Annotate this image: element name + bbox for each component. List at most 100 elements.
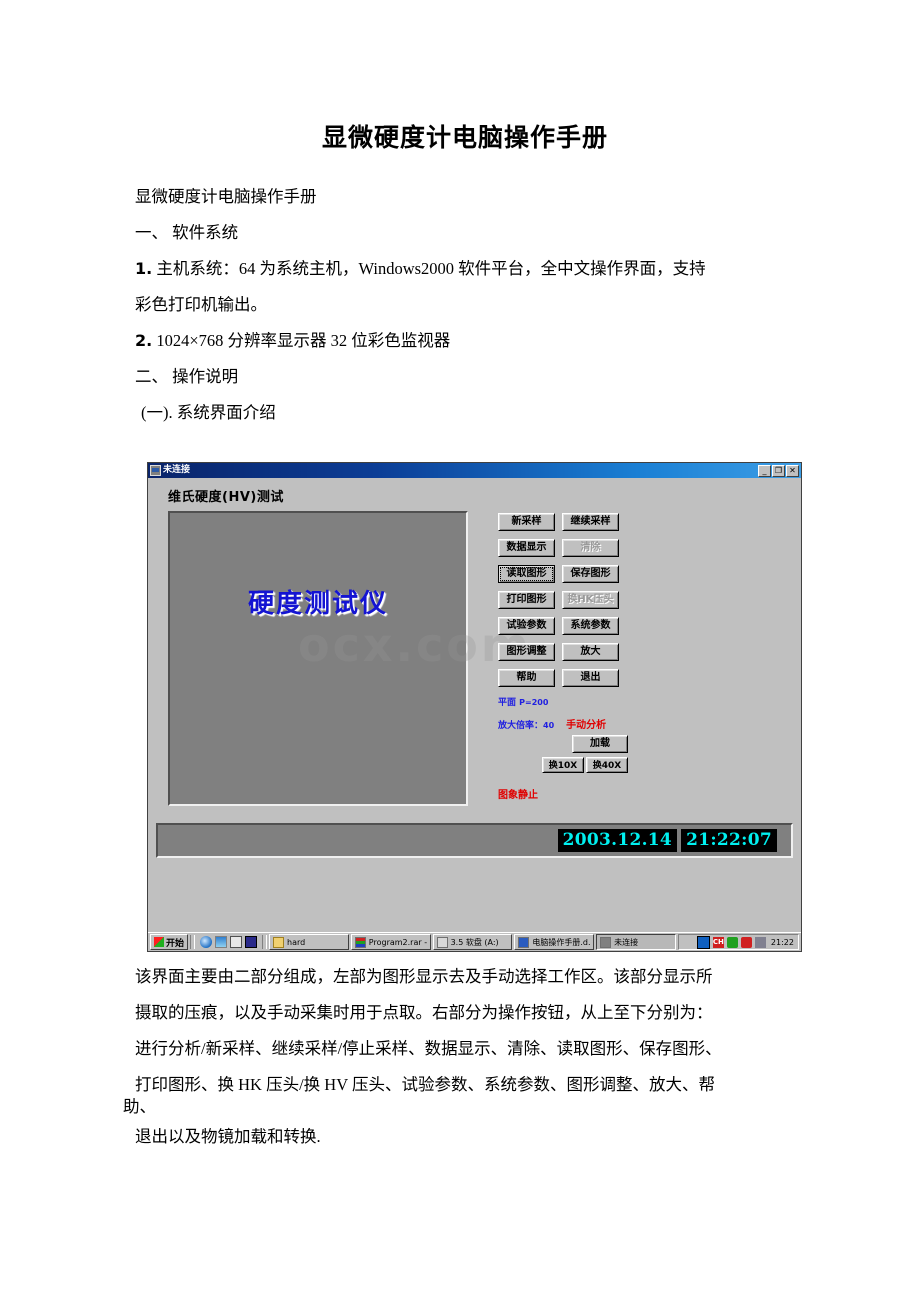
show-desktop-icon[interactable]	[215, 936, 228, 948]
image-display-area[interactable]: 硬度测试仪	[168, 511, 468, 806]
status-bar: 2003.12.14 21:22:07	[156, 823, 793, 858]
tail-line-3: 进行分析/新采样、继续采样/停止采样、数据显示、清除、读取图形、保存图形、	[135, 1039, 722, 1058]
task-button-manual-doc[interactable]: 电脑操作手册.d...	[514, 934, 595, 950]
test-parameters-button[interactable]: 试验参数	[498, 617, 555, 635]
antivirus-icon[interactable]	[726, 936, 738, 948]
save-graphic-button[interactable]: 保存图形	[562, 565, 619, 583]
start-label: 开始	[166, 938, 185, 949]
floppy-icon	[436, 936, 448, 948]
item-1-line-2: 彩色打印机输出。	[135, 295, 267, 314]
window-controls: _ ❐ ✕	[758, 464, 800, 477]
task-label: Program2.rar -...	[368, 937, 427, 947]
firewall-icon[interactable]	[740, 936, 752, 948]
button-row-6: 图形调整 放大	[498, 643, 628, 661]
time-display: 21:22:07	[681, 829, 777, 852]
tail-line-6: 退出以及物镜加载和转换.	[135, 1127, 321, 1146]
system-tray: CH 21:22	[677, 934, 799, 950]
plane-label: 平面	[498, 698, 517, 708]
document-page: 显微硬度计电脑操作手册 显微硬度计电脑操作手册 一、 软件系统 1. 主机系统：…	[0, 0, 920, 1302]
windows-taskbar: 开始 hard Program2.rar -...	[148, 932, 801, 951]
mail-icon[interactable]	[230, 936, 243, 948]
word-icon	[518, 936, 530, 948]
load-objective-button[interactable]: 加载	[572, 735, 628, 753]
internet-explorer-icon[interactable]	[200, 936, 213, 948]
close-icon[interactable]: ✕	[786, 464, 799, 477]
item-1-text: 主机系统：64 为系统主机，Windows2000 软件平台，全中文操作界面，支…	[156, 259, 706, 278]
magnification-value: 40	[543, 721, 555, 730]
desktop-background	[148, 860, 801, 932]
taskbar-separator-1	[190, 935, 196, 949]
input-method-icon[interactable]: CH	[712, 936, 724, 948]
switch-hk-indenter-button: 换HK压头	[562, 591, 619, 609]
window-titlebar: 未连接 _ ❐ ✕	[148, 463, 801, 478]
zoom-in-button[interactable]: 放大	[562, 643, 619, 661]
task-button-hardness-app[interactable]: 未连接	[596, 934, 676, 950]
magnification-info: 放大倍率：40 手动分析	[498, 716, 628, 731]
tail-line-1: 该界面主要由二部分组成，左部为图形显示去及手动选择工作区。该部分显示所	[135, 967, 713, 986]
tray-clock[interactable]: 21:22	[771, 938, 794, 947]
restore-icon[interactable]: ❐	[772, 464, 785, 477]
manual-analysis-status: 手动分析	[566, 720, 607, 731]
task-button-floppy[interactable]: 3.5 软盘 (A:)	[432, 934, 513, 950]
plane-load-info: 平面 P=200	[498, 695, 628, 708]
windows-logo-icon	[154, 937, 164, 947]
exit-button[interactable]: 退出	[562, 669, 619, 687]
item-1-line-1: 1. 主机系统：64 为系统主机，Windows2000 软件平台，全中文操作界…	[135, 252, 795, 286]
task-button-hard[interactable]: hard	[269, 934, 349, 950]
window-client-area: 维氏硬度(HV)测试 硬度测试仪 ocx.com 新采样 继续采样 数据显示 清…	[148, 478, 801, 951]
graphic-adjust-button[interactable]: 图形调整	[498, 643, 555, 661]
hardness-tester-logo: 硬度测试仪	[247, 589, 388, 619]
application-screenshot: 未连接 _ ❐ ✕ 维氏硬度(HV)测试 硬度测试仪 ocx.com 新采样 继…	[147, 462, 802, 952]
page-title: 显微硬度计电脑操作手册	[321, 123, 608, 152]
button-row-5: 试验参数 系统参数	[498, 617, 628, 635]
magnification-label: 放大倍率：	[498, 721, 544, 731]
media-player-icon[interactable]	[245, 936, 258, 948]
print-graphic-button[interactable]: 打印图形	[498, 591, 555, 609]
task-label: 电脑操作手册.d...	[532, 937, 591, 947]
read-graphic-button[interactable]: 读取图形	[498, 565, 555, 583]
winrar-icon	[354, 936, 366, 948]
button-row-2: 数据显示 清除	[498, 539, 628, 557]
new-sampling-button[interactable]: 新采样	[498, 513, 555, 531]
item-1-number: 1.	[135, 259, 153, 278]
taskbar-separator-2	[262, 935, 268, 949]
task-button-program2-rar[interactable]: Program2.rar -...	[350, 934, 431, 950]
button-row-7: 帮助 退出	[498, 669, 628, 687]
window-app-icon	[150, 465, 161, 476]
document-tail: 该界面主要由二部分组成，左部为图形显示去及手动选择工作区。该部分显示所 摄取的压…	[135, 960, 815, 1104]
quick-launch-bar	[197, 936, 260, 948]
item-2-text: 1024×768 分辨率显示器 32 位彩色监视器	[156, 331, 451, 350]
app-icon	[600, 936, 612, 948]
task-label: 3.5 软盘 (A:)	[450, 937, 499, 947]
magnification-button-row: 换10X 换40X	[498, 757, 628, 773]
section-2-subheading: (一). 系统界面介绍	[141, 403, 276, 422]
button-row-4: 打印图形 换HK压头	[498, 591, 628, 609]
date-display: 2003.12.14	[557, 829, 678, 852]
tail-line-2: 摄取的压痕，以及手动采集时用于点取。右部分为操作按钮，从上至下分别为：	[135, 1003, 713, 1022]
window-title: 未连接	[163, 465, 191, 475]
switch-10x-button[interactable]: 换10X	[542, 757, 584, 773]
section-heading-1: 一、 软件系统	[135, 223, 239, 242]
clear-button: 清除	[562, 539, 619, 557]
load-value: P=200	[519, 698, 549, 707]
volume-icon[interactable]	[682, 936, 694, 948]
system-parameters-button[interactable]: 系统参数	[562, 617, 619, 635]
task-label: hard	[287, 937, 306, 947]
test-mode-heading: 维氏硬度(HV)测试	[168, 490, 284, 505]
data-display-button[interactable]: 数据显示	[498, 539, 555, 557]
control-button-panel: 新采样 继续采样 数据显示 清除 读取图形 保存图形 打印图形 换HK压头 试验…	[498, 513, 628, 801]
network-icon[interactable]	[754, 936, 766, 948]
switch-40x-button[interactable]: 换40X	[586, 757, 628, 773]
display-icon[interactable]	[696, 935, 710, 949]
document-tail-3: 退出以及物镜加载和转换.	[135, 1120, 815, 1156]
document-body: 显微硬度计电脑操作手册 显微硬度计电脑操作手册 一、 软件系统 1. 主机系统：…	[135, 118, 795, 432]
button-row-3: 读取图形 保存图形	[498, 565, 628, 583]
minimize-icon[interactable]: _	[758, 464, 771, 477]
start-button[interactable]: 开始	[150, 934, 189, 950]
load-button-row: 加载	[498, 735, 628, 753]
image-frozen-status: 图象静止	[498, 790, 538, 801]
tail-line-5: 助、	[123, 1097, 156, 1116]
item-2-number: 2.	[135, 331, 153, 350]
help-button[interactable]: 帮助	[498, 669, 555, 687]
continue-sampling-button[interactable]: 继续采样	[562, 513, 619, 531]
